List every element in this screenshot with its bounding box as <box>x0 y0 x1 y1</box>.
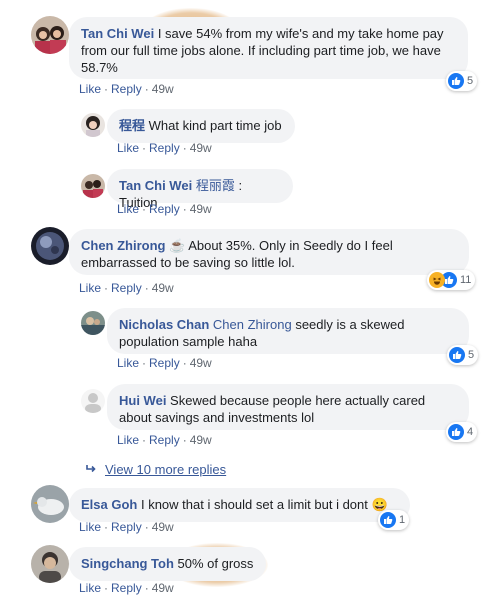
reply-link[interactable]: Reply <box>149 141 180 155</box>
reply-arrow-icon <box>85 462 97 477</box>
comment-actions: Like · Reply · 49w <box>79 581 174 595</box>
reply-link[interactable]: Reply <box>111 281 142 295</box>
like-reaction-icon <box>449 347 465 363</box>
reply-link[interactable]: Reply <box>149 356 180 370</box>
like-link[interactable]: Like <box>117 202 139 216</box>
reply-link[interactable]: Reply <box>149 433 180 447</box>
comment-author[interactable]: Tan Chi Wei <box>119 178 192 193</box>
comment-author[interactable]: Hui Wei <box>119 393 166 408</box>
avatar[interactable] <box>31 227 69 265</box>
like-link[interactable]: Like <box>117 141 139 155</box>
timestamp[interactable]: 49w <box>190 202 212 216</box>
timestamp[interactable]: 49w <box>152 520 174 534</box>
avatar[interactable] <box>31 545 69 583</box>
comment-bubble: Singchang Toh 50% of gross <box>69 547 266 581</box>
comment-actions: Like · Reply · 49w <box>117 433 212 447</box>
comment-actions: Like · Reply · 49w <box>79 281 174 295</box>
avatar[interactable] <box>31 485 69 523</box>
comment-bubble: Elsa Goh I know that i should set a limi… <box>69 488 410 522</box>
comment-actions: Like · Reply · 49w <box>79 82 174 96</box>
reaction-count[interactable]: 11 <box>427 270 476 290</box>
comment-bubble: Hui Wei Skewed because people here actua… <box>107 384 469 430</box>
like-link[interactable]: Like <box>117 433 139 447</box>
avatar[interactable] <box>81 389 105 413</box>
like-link[interactable]: Like <box>117 356 139 370</box>
comment-text: 50% of gross <box>173 556 254 571</box>
comment-author[interactable]: Elsa Goh <box>81 497 137 512</box>
like-reaction-icon <box>380 512 396 528</box>
avatar[interactable] <box>81 311 105 335</box>
reply-link[interactable]: Reply <box>111 82 142 96</box>
comment-bubble: Chen Zhirong ☕ About 35%. Only in Seedly… <box>69 229 469 275</box>
timestamp[interactable]: 49w <box>152 82 174 96</box>
comment-actions: Like · Reply · 49w <box>117 141 212 155</box>
comment-author[interactable]: Chen Zhirong <box>81 238 166 253</box>
timestamp[interactable]: 49w <box>190 356 212 370</box>
comment-actions: Like · Reply · 49w <box>117 202 212 216</box>
comment-actions: Like · Reply · 49w <box>117 356 212 370</box>
like-link[interactable]: Like <box>79 82 101 96</box>
comment-author[interactable]: Nicholas Chan <box>119 317 209 332</box>
comment-bubble: Tan Chi Wei 程丽霞 : Tuition <box>107 169 293 210</box>
reply-link[interactable]: Reply <box>149 202 180 216</box>
timestamp[interactable]: 49w <box>190 433 212 447</box>
timestamp[interactable]: 49w <box>152 581 174 595</box>
view-more-replies[interactable]: View 10 more replies <box>85 462 226 477</box>
comment-author[interactable]: Tan Chi Wei <box>81 26 154 41</box>
reaction-count[interactable]: 1 <box>378 510 410 530</box>
avatar[interactable] <box>81 113 105 137</box>
reply-link[interactable]: Reply <box>111 581 142 595</box>
comment-bubble: Nicholas Chan Chen Zhirong seedly is a s… <box>107 308 469 354</box>
mention-link[interactable]: 程丽霞 <box>196 178 235 193</box>
like-link[interactable]: Like <box>79 581 101 595</box>
comment-author[interactable]: 程程 <box>119 118 145 133</box>
like-reaction-icon <box>448 424 464 440</box>
view-more-label[interactable]: View 10 more replies <box>105 462 226 477</box>
mention-link[interactable]: Chen Zhirong <box>213 317 292 332</box>
avatar[interactable] <box>31 16 69 54</box>
haha-reaction-icon <box>429 272 445 288</box>
comment-text: What kind part time job <box>145 118 282 133</box>
reply-link[interactable]: Reply <box>111 520 142 534</box>
like-link[interactable]: Like <box>79 281 101 295</box>
comment-text: I know that i should set a limit but i d… <box>137 497 388 512</box>
comment-bubble: Tan Chi Wei I save 54% from my wife's an… <box>69 17 468 79</box>
reaction-count[interactable]: 4 <box>446 422 478 442</box>
timestamp[interactable]: 49w <box>190 141 212 155</box>
like-link[interactable]: Like <box>79 520 101 534</box>
reaction-count[interactable]: 5 <box>446 71 478 91</box>
comment-author[interactable]: Singchang Toh <box>81 556 174 571</box>
avatar[interactable] <box>81 174 105 198</box>
reaction-count[interactable]: 5 <box>447 345 479 365</box>
timestamp[interactable]: 49w <box>152 281 174 295</box>
comment-actions: Like · Reply · 49w <box>79 520 174 534</box>
like-reaction-icon <box>448 73 464 89</box>
comment-bubble: 程程 What kind part time job <box>107 109 295 143</box>
